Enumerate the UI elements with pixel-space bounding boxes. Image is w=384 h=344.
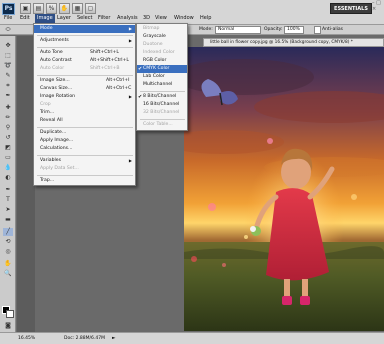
eyedropper-tool-icon[interactable]: ✒: [3, 92, 13, 100]
hand-tool-icon[interactable]: ✋: [59, 3, 70, 14]
move-tool-icon[interactable]: ✥: [3, 42, 13, 50]
dodge-tool-icon[interactable]: ◐: [3, 174, 13, 182]
menu-item-image-size[interactable]: Image Size... Alt+Ctrl+I: [34, 77, 135, 85]
tool-preset-icon[interactable]: ⬭: [3, 26, 13, 34]
tools-panel: ✥ ⬚ ➰ ✎ ⌗ ✒ ✚ ✏ ⚲ ↺ ◩ ▭ 💧 ◐ ✒ T ➤ ▬ ╱ ⟲ …: [0, 36, 16, 332]
crop-tool-icon[interactable]: ⌗: [3, 82, 13, 90]
menu-help[interactable]: Help: [200, 15, 211, 22]
mode-8-bits[interactable]: ✔ 8 Bits/Channel: [137, 93, 187, 101]
status-menu-arrow-icon[interactable]: ►: [112, 335, 115, 343]
menu-item-apply-data-set: Apply Data Set...: [40, 166, 79, 171]
document-tab[interactable]: little ball in flower copy.jpg @ 16.5% (…: [203, 38, 384, 47]
background-color-swatch[interactable]: [6, 310, 14, 318]
menu-image[interactable]: Image: [35, 14, 55, 23]
blur-tool-icon[interactable]: 💧: [3, 164, 13, 172]
history-brush-tool-icon[interactable]: ↺: [3, 134, 13, 142]
clone-stamp-tool-icon[interactable]: ⚲: [3, 124, 13, 132]
menu-view[interactable]: View: [155, 15, 167, 22]
mode-32-bits: 32 Bits/Channel: [143, 110, 180, 115]
mode-rgb-color[interactable]: RGB Color: [137, 57, 187, 65]
bridge-icon[interactable]: ▣: [20, 3, 31, 14]
menu-window[interactable]: Window: [174, 15, 194, 22]
status-bar: 16.45% Doc: 2.88M/6.47M ►: [0, 332, 384, 344]
quick-selection-tool-icon[interactable]: ✎: [3, 72, 13, 80]
mode-bitmap: Bitmap: [143, 26, 160, 31]
menu-file[interactable]: File: [4, 15, 12, 22]
menu-item-trim[interactable]: Trim...: [34, 109, 135, 117]
lasso-tool-icon[interactable]: ➰: [3, 62, 13, 70]
menu-3d[interactable]: 3D: [143, 15, 150, 22]
menu-filter[interactable]: Filter: [98, 15, 110, 22]
anti-alias-checkbox[interactable]: [314, 26, 321, 34]
menu-item-calculations[interactable]: Calculations...: [34, 145, 135, 153]
mode-multichannel[interactable]: Multichannel: [137, 81, 187, 89]
menu-item-variables[interactable]: Variables ▶: [34, 157, 135, 165]
mode-16-bits[interactable]: 16 Bits/Channel: [137, 101, 187, 109]
path-selection-tool-icon[interactable]: ➤: [3, 206, 13, 214]
menu-item-auto-color: Auto Color Shift+Ctrl+B: [40, 66, 120, 71]
checkmark-icon: ✔: [138, 66, 143, 72]
menu-item-image-rotation[interactable]: Image Rotation ▶: [34, 93, 135, 101]
gradient-tool-icon[interactable]: ▭: [3, 154, 13, 162]
marquee-tool-icon[interactable]: ⬚: [3, 52, 13, 60]
brush-tool-icon[interactable]: ✏: [3, 114, 13, 122]
menu-select[interactable]: Select: [77, 15, 92, 22]
mode-dropdown[interactable]: Normal: [215, 26, 261, 34]
eraser-tool-icon[interactable]: ◩: [3, 144, 13, 152]
workspace-button[interactable]: ESSENTIALS: [330, 3, 372, 14]
mode-cmyk-color[interactable]: ✔ CMYK Color: [137, 65, 187, 73]
image-menu-dropdown: Mode ▶ Adjustments ▶ Auto Tone Shift+Ctrl+L…: [33, 23, 136, 186]
menu-item-adjustments[interactable]: Adjustments ▶: [34, 37, 135, 45]
3d-camera-tool-icon[interactable]: ◎: [3, 248, 13, 256]
menu-item-auto-contrast[interactable]: Auto Contrast Alt+Shift+Ctrl+L: [34, 57, 135, 65]
menu-edit[interactable]: Edit: [20, 15, 30, 22]
canvas-image: [184, 47, 384, 331]
menu-item-auto-tone[interactable]: Auto Tone Shift+Ctrl+L: [34, 49, 135, 57]
menu-item-mode[interactable]: Mode ▶: [34, 25, 135, 33]
menu-item-canvas-size[interactable]: Canvas Size... Alt+Ctrl+C: [34, 85, 135, 93]
healing-brush-tool-icon[interactable]: ✚: [3, 104, 13, 112]
arrange-documents-icon[interactable]: ▦: [72, 3, 83, 14]
line-tool-icon[interactable]: ╱: [3, 228, 13, 236]
menu-layer[interactable]: Layer: [57, 15, 71, 22]
document-canvas[interactable]: [184, 47, 384, 331]
mode-submenu: Bitmap Grayscale Duotone Indexed Color R…: [136, 23, 188, 131]
menu-item-reveal-all[interactable]: Reveal All: [34, 117, 135, 125]
opacity-input[interactable]: 100%: [284, 26, 304, 34]
menu-bar: Ps File Edit Image Layer Select Filter A…: [0, 0, 384, 25]
photoshop-logo: Ps: [2, 3, 15, 15]
menu-item-duplicate[interactable]: Duplicate...: [34, 129, 135, 137]
menu-item-apply-image[interactable]: Apply Image...: [34, 137, 135, 145]
mode-lab-color[interactable]: Lab Color: [137, 73, 187, 81]
mode-duotone: Duotone: [143, 42, 163, 47]
checkmark-icon: ✔: [138, 94, 143, 100]
zoom-level-icon[interactable]: %: [46, 3, 57, 14]
document-size-info: Doc: 2.88M/6.47M: [64, 336, 105, 341]
mode-color-table: Color Table...: [143, 122, 173, 127]
hand-icon[interactable]: ✋: [3, 260, 13, 268]
menu-analysis[interactable]: Analysis: [117, 15, 138, 22]
anti-alias-label: Anti-alias: [322, 27, 343, 32]
mode-indexed-color: Indexed Color: [143, 50, 175, 55]
window-controls[interactable]: – □ ×: [372, 0, 384, 14]
opacity-label: Opacity:: [264, 27, 283, 32]
zoom-readout[interactable]: 16.45%: [18, 335, 35, 343]
zoom-tool-icon[interactable]: 🔍: [3, 270, 13, 278]
menu-item-trap[interactable]: Trap...: [34, 177, 135, 185]
shape-tool-icon[interactable]: ▬: [3, 216, 13, 224]
type-tool-icon[interactable]: T: [3, 196, 13, 204]
3d-rotate-tool-icon[interactable]: ⟲: [3, 238, 13, 246]
pen-tool-icon[interactable]: ✒: [3, 186, 13, 194]
mode-label: Mode:: [199, 27, 213, 32]
mini-bridge-icon[interactable]: ▤: [33, 3, 44, 14]
quick-mask-icon[interactable]: ◙: [3, 322, 13, 330]
menu-item-crop: Crop: [40, 102, 51, 107]
screen-mode-icon[interactable]: ▢: [85, 3, 96, 14]
mode-grayscale[interactable]: Grayscale: [137, 33, 187, 41]
